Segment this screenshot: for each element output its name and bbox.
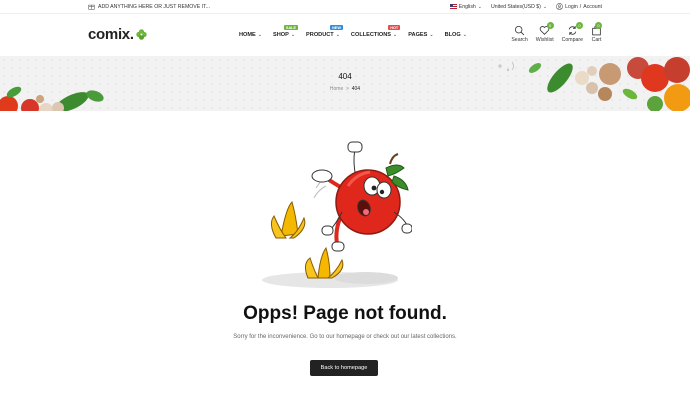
nav-item-home[interactable]: HOME ⌄ [239, 32, 262, 38]
gift-icon [88, 4, 95, 10]
wishlist-button[interactable]: 0 Wishlist [535, 22, 554, 43]
top-bar: ADD ANYTHING HERE OR JUST REMOVE IT... E… [0, 0, 690, 14]
account-separator: / [579, 3, 582, 10]
compare-label: Compare [561, 37, 583, 43]
main-header: comix. HOME ⌄ SHOP ⌄ SALE PRODUCT ⌄ NEW … [0, 15, 690, 56]
breadcrumb-current: 404 [351, 86, 361, 92]
page-banner: 404 Home > 404 [0, 56, 690, 111]
chevron-down-icon: ⌄ [335, 32, 340, 38]
chevron-down-icon: ⌄ [542, 3, 548, 10]
nav-label: PRODUCT [306, 32, 334, 38]
nav-item-shop[interactable]: SHOP ⌄ SALE [272, 25, 299, 38]
sale-badge: SALE [283, 25, 299, 30]
account-link[interactable]: Account [583, 4, 602, 10]
vegetables-right-image [498, 57, 690, 111]
cart-label: Cart [591, 37, 602, 43]
chevron-down-icon: ⌄ [429, 32, 434, 38]
nav-item-collections[interactable]: COLLECTIONS ⌄ HOT [350, 25, 401, 38]
search-icon [515, 25, 525, 36]
user-icon [556, 3, 563, 10]
search-label: Search [511, 37, 528, 43]
language-label: English [458, 3, 476, 10]
chevron-down-icon: ⌄ [393, 32, 398, 38]
tomato-slipping-illustration [262, 141, 412, 288]
header-actions: Search 0 Wishlist 0 Compare 0 Cart [511, 22, 602, 43]
breadcrumb-separator: > [346, 86, 349, 92]
nav-label: SHOP [272, 32, 289, 38]
main-nav: HOME ⌄ SHOP ⌄ SALE PRODUCT ⌄ NEW COLLECT… [239, 25, 467, 38]
wishlist-label: Wishlist [535, 37, 554, 43]
us-flag-icon [449, 4, 457, 9]
currency-label: United States(USD $) [491, 3, 541, 10]
nav-label: HOME [239, 32, 256, 38]
account-links: Login / Account [556, 3, 602, 10]
nav-label: BLOG [444, 32, 461, 38]
promo-text: ADD ANYTHING HERE OR JUST REMOVE IT... [98, 3, 211, 10]
cart-button[interactable]: 0 Cart [591, 22, 602, 43]
wishlist-count: 0 [546, 22, 554, 29]
new-badge: NEW [330, 25, 343, 30]
language-selector[interactable]: English ⌄ [449, 3, 482, 10]
chevron-down-icon: ⌄ [462, 32, 467, 38]
chevron-down-icon: ⌄ [477, 3, 482, 10]
error-description: Sorry for the inconvenience. Go to our h… [233, 334, 457, 340]
logo-text: comix. [88, 26, 134, 43]
logo[interactable]: comix. [88, 26, 148, 43]
cart-count: 0 [595, 22, 602, 29]
compare-count: 0 [576, 22, 583, 29]
compare-button[interactable]: 0 Compare [561, 22, 583, 43]
error-heading: Opps! Page not found. [243, 303, 447, 324]
nav-label: PAGES [408, 32, 428, 38]
back-to-homepage-button[interactable]: Back to homepage [310, 360, 378, 376]
breadcrumb-home[interactable]: Home [330, 86, 343, 92]
search-button[interactable]: Search [511, 25, 528, 43]
nav-item-pages[interactable]: PAGES ⌄ [408, 32, 433, 38]
login-link[interactable]: Login [565, 4, 578, 10]
nav-label: COLLECTIONS [350, 32, 392, 38]
chevron-down-icon: ⌄ [257, 32, 262, 38]
nav-item-blog[interactable]: BLOG ⌄ [445, 32, 467, 38]
nav-item-product[interactable]: PRODUCT ⌄ NEW [306, 25, 343, 38]
chevron-down-icon: ⌄ [290, 32, 296, 38]
currency-selector[interactable]: United States(USD $) ⌄ [491, 4, 547, 10]
promo-message: ADD ANYTHING HERE OR JUST REMOVE IT... [88, 3, 210, 10]
clover-logo-icon [136, 29, 147, 40]
hot-badge: HOT [388, 25, 401, 30]
